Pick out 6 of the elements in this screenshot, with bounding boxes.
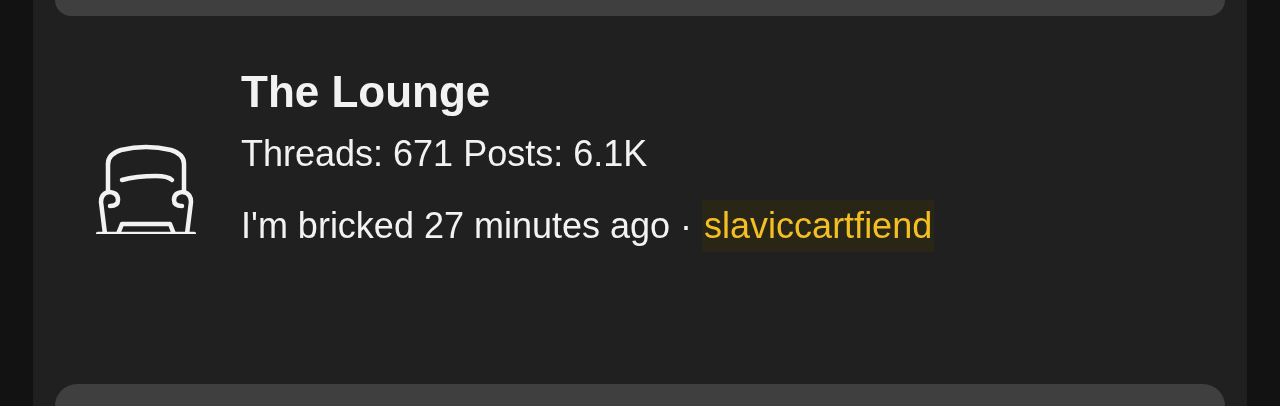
forum-stats: Threads: 671 Posts: 6.1K	[241, 132, 649, 176]
latest-thread-link[interactable]: I'm bricked	[241, 200, 414, 252]
username-link[interactable]: slaviccartfiend	[702, 200, 935, 252]
forum-title[interactable]: The Lounge	[241, 66, 935, 118]
latest-time: 27 minutes ago	[423, 204, 671, 248]
separator-dot: ·	[680, 204, 693, 248]
